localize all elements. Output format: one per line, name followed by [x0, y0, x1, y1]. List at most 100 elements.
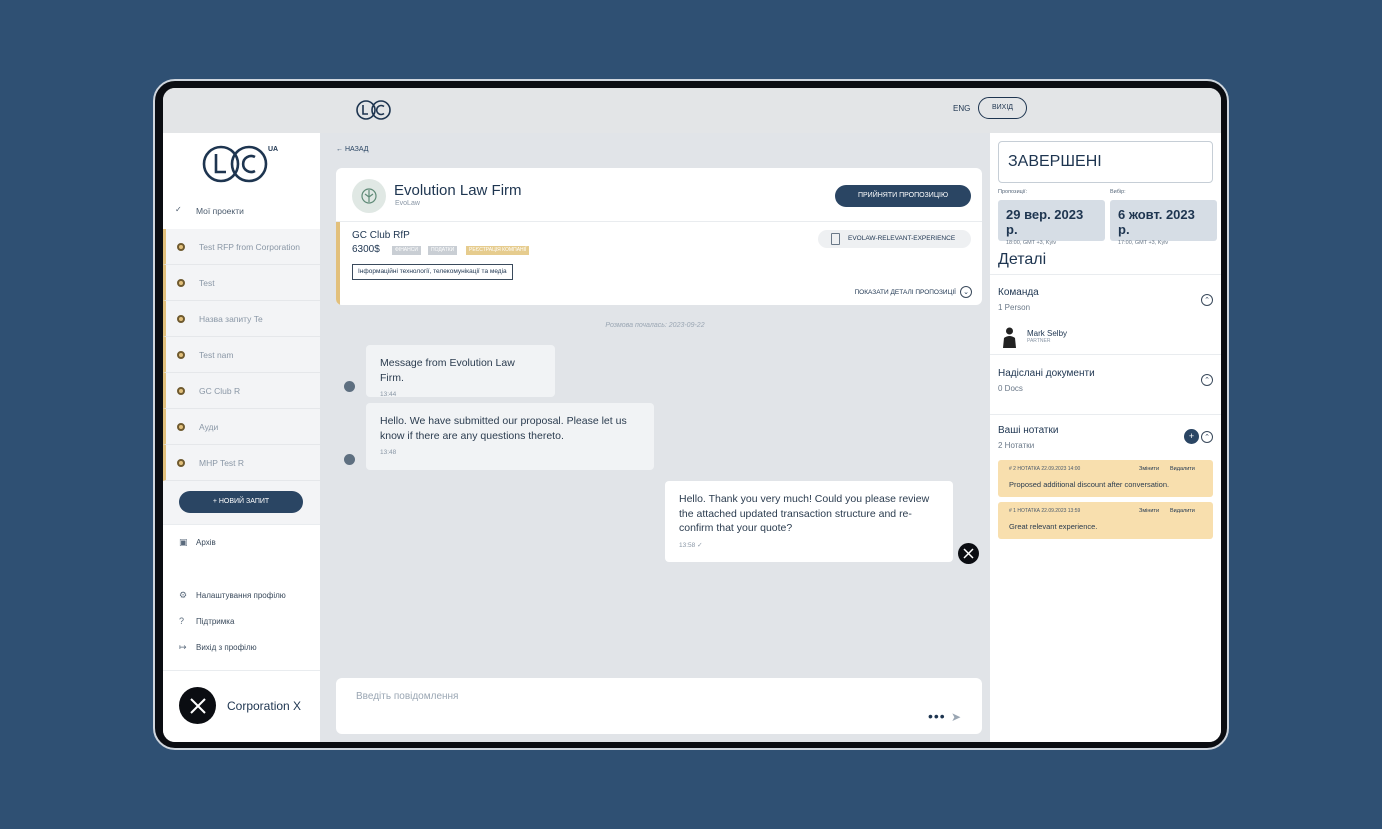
logout-profile-link[interactable]: ↦ Вихід з профілю [179, 642, 257, 653]
proposals-date-card: 29 вер. 2023 р. 18:00, GMT +3, Kyiv [998, 200, 1105, 246]
support-label: Підтримка [196, 617, 235, 626]
docs-title: Надіслані документи [998, 368, 1095, 379]
project-label: Ауди [199, 421, 219, 432]
back-label: НАЗАД [344, 146, 369, 153]
project-label: Назва запиту Te [199, 313, 263, 324]
message-bubble-own: Hello. Thank you very much! Could you pl… [665, 481, 953, 562]
check-icon: ✓ [175, 205, 182, 214]
sidebar-project-item[interactable]: MHP Test R [163, 445, 320, 481]
project-status-icon [177, 279, 185, 287]
send-icon[interactable]: ➤ [951, 710, 961, 724]
company-profile[interactable]: Corporation X [163, 670, 320, 742]
project-status-icon [177, 423, 185, 431]
show-details-label: ПОКАЗАТИ ДЕТАЛІ ПРОПОЗИЦІЇ [854, 288, 957, 296]
sidebar-project-item[interactable]: Назва запиту Te [163, 301, 320, 337]
note-card: # 1 НОТАТКА 22.09.2023 13:59 Змінити Вид… [998, 502, 1213, 539]
message-time: 13:44 [380, 391, 397, 398]
sidebar: UA ✓ Мої проекти Test RFP from Corporati… [163, 133, 320, 742]
notes-count: 2 Нотатки [998, 441, 1035, 450]
message-bubble: Hello. We have submitted our proposal. P… [366, 403, 654, 470]
note-meta: # 1 НОТАТКА 22.09.2023 13:59 [1009, 508, 1081, 514]
project-label: GC Club R [199, 385, 241, 396]
project-status-icon [177, 243, 185, 251]
chevron-up-icon[interactable]: ⌃ [1201, 294, 1213, 306]
profile-settings-link[interactable]: ⚙ Налаштування профілю [179, 590, 286, 601]
add-note-button[interactable]: + [1184, 429, 1199, 444]
industry-badge: Інформаційні технології, телекомунікації… [352, 264, 513, 280]
message-text: Hello. We have submitted our proposal. P… [380, 415, 627, 442]
sidebar-project-item[interactable]: Ауди [163, 409, 320, 445]
main-chat-panel: ← НАЗАД Evolution Law Firm EvoLaw ПРИЙНЯ… [320, 133, 990, 742]
status-box: ЗАВЕРШЕНІ [998, 141, 1213, 183]
firm-logo-icon [352, 179, 386, 213]
rfp-price: 6300$ [352, 244, 380, 255]
more-options-icon[interactable]: ••• [928, 708, 946, 724]
language-switch[interactable]: ENG [953, 104, 970, 113]
sidebar-item-my-projects[interactable]: ✓ Мої проекти [163, 193, 320, 229]
top-bar: ENG ВИХІД [163, 88, 1221, 133]
svg-text:UA: UA [268, 146, 278, 153]
sidebar-project-item[interactable]: Test RFP from Corporation [163, 229, 320, 265]
note-text: Great relevant experience. [1009, 522, 1098, 531]
delete-note-button[interactable]: Видалити [1170, 508, 1195, 514]
new-request-button[interactable]: + НОВИЙ ЗАПИТ [179, 491, 303, 513]
back-link[interactable]: ← НАЗАД [336, 146, 368, 153]
sidebar-project-item[interactable]: GC Club R [163, 373, 320, 409]
proposals-time: 18:00, GMT +3, Kyiv [1006, 240, 1057, 246]
firm-short-name: EvoLaw [395, 200, 420, 207]
support-link[interactable]: ? Підтримка [179, 617, 235, 627]
firm-card: Evolution Law Firm EvoLaw ПРИЙНЯТИ ПРОПО… [336, 168, 982, 305]
message-input[interactable] [356, 688, 776, 704]
details-heading: Деталі [998, 251, 1047, 268]
project-status-icon [177, 387, 185, 395]
project-status-icon [177, 315, 185, 323]
note-card: # 2 НОТАТКА 22.09.2023 14:00 Змінити Вид… [998, 460, 1213, 497]
attached-file[interactable]: EVOLAW-RELEVANT-EXPERIENCE [818, 230, 971, 248]
x-avatar-icon [958, 543, 979, 564]
exit-icon: ↦ [179, 642, 187, 652]
selection-date-card: 6 жовт. 2023 р. 17:00, GMT +3, Kyiv [1110, 200, 1217, 246]
team-count: 1 Person [998, 303, 1031, 312]
selection-time: 17:00, GMT +3, Kyiv [1118, 240, 1169, 246]
person-role: PARTNER [1027, 338, 1051, 344]
chevron-up-icon[interactable]: ⌃ [1201, 431, 1213, 443]
selection-label: Вибір: [1110, 189, 1126, 195]
edit-note-button[interactable]: Змінити [1139, 508, 1159, 514]
sidebar-item-label: Мої проекти [196, 206, 244, 216]
sidebar-project-item[interactable]: Test nam [163, 337, 320, 373]
archive-link[interactable]: ▣ Архів [179, 537, 216, 548]
divider [163, 524, 320, 525]
divider [990, 274, 1221, 275]
box-icon: ▣ [179, 537, 188, 547]
divider [990, 354, 1221, 355]
chevron-up-icon[interactable]: ⌃ [1201, 374, 1213, 386]
device-frame: ENG ВИХІД UA ✓ Мої проекти Test RFP from… [153, 79, 1229, 750]
accept-proposal-button[interactable]: ПРИЙНЯТИ ПРОПОЗИЦІЮ [835, 185, 971, 207]
delete-note-button[interactable]: Видалити [1170, 466, 1195, 472]
proposals-label: Пропозиції: [998, 189, 1028, 195]
docs-count: 0 Docs [998, 384, 1023, 393]
lc-logo-icon [356, 100, 391, 120]
message-text: Hello. Thank you very much! Could you pl… [679, 493, 930, 534]
message-time: 13:58 ✓ [679, 541, 703, 549]
edit-note-button[interactable]: Змінити [1139, 466, 1159, 472]
tag-badge: ПОДАТКИ [428, 246, 458, 255]
note-meta: # 2 НОТАТКА 22.09.2023 14:00 [1009, 466, 1081, 472]
x-logo-icon [179, 687, 216, 724]
tag-badge: РЕЄСТРАЦІЯ КОМПАНІЇ [466, 246, 530, 255]
proposals-date: 29 вер. 2023 р. [1006, 207, 1084, 237]
chevron-down-icon: ⌄ [960, 286, 972, 298]
arrow-left-icon: ← [336, 146, 345, 153]
tag-badge: ФІНАНСИ [392, 246, 421, 255]
project-status-icon [177, 459, 185, 467]
gear-icon: ⚙ [179, 590, 188, 600]
message-bubble: Message from Evolution Law Firm. 13:44 [366, 345, 555, 398]
company-name: Corporation X [227, 699, 302, 713]
document-icon [831, 233, 840, 245]
note-text: Proposed additional discount after conve… [1009, 480, 1170, 489]
project-label: Test [199, 277, 215, 288]
show-details-toggle[interactable]: ПОКАЗАТИ ДЕТАЛІ ПРОПОЗИЦІЇ ⌄ [854, 286, 972, 298]
sidebar-project-item[interactable]: Test [163, 265, 320, 301]
firm-name: Evolution Law Firm [394, 182, 522, 199]
logout-button[interactable]: ВИХІД [978, 97, 1027, 119]
